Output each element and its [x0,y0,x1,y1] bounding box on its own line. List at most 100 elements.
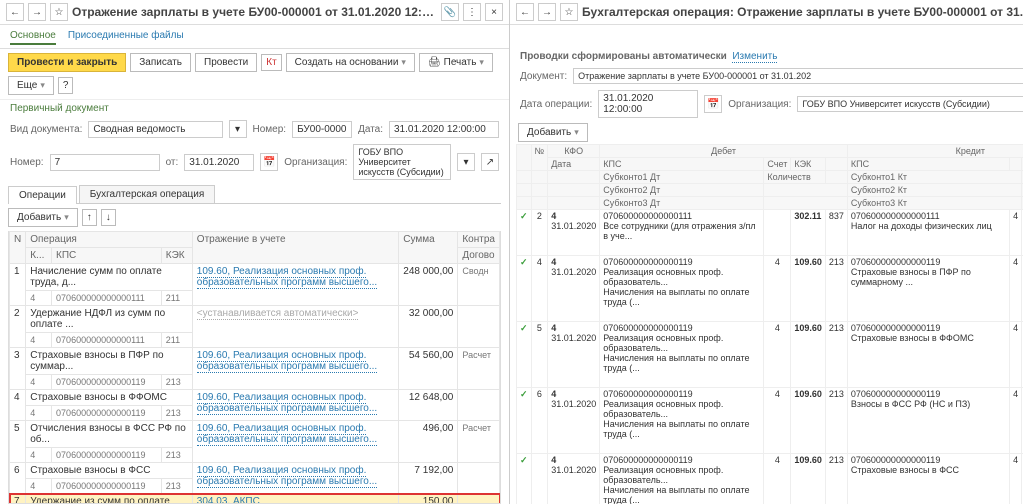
table-row[interactable]: 5Отчисления взносы в ФСС РФ по об...109.… [10,421,500,448]
check-icon: ✓ [517,454,532,504]
page-title: Отражение зарплаты в учете БУ00-000001 о… [72,5,437,19]
rcol-credit: Кредит [847,145,1023,158]
org-open[interactable]: ↗ [481,153,499,171]
date-label-r: Дата операции: [520,99,592,110]
operations-grid[interactable]: N Операция Отражение в учете Сумма Контр… [8,231,501,504]
star-icon[interactable]: ☆ [50,3,68,21]
rcol-kfo: КФО [548,145,600,158]
more-button-left[interactable]: Еще [8,76,54,95]
entry-row[interactable]: ✓5431.01.2020070600000000000119Реализаци… [517,322,1023,388]
col-kps: КПС [52,248,162,264]
table-row[interactable]: 7Удержание из сумм по оплате труда,...30… [10,494,500,504]
table-row[interactable]: 1Начисление сумм по оплате труда, д...10… [10,264,500,291]
subtab-operations[interactable]: Операции [8,186,77,204]
number-top-label: Номер: [253,124,287,135]
org-dd[interactable]: ▾ [457,153,475,171]
rcol-d-kek: КЭК [791,158,826,171]
org-input[interactable]: ГОБУ ВПО Университет искусств (Субсидии) [353,144,451,180]
rcol-date: Дата [548,158,600,171]
org-input-r[interactable]: ГОБУ ВПО Университет искусств (Субсидии) [797,96,1023,112]
move-up-button[interactable]: ↑ [82,209,97,226]
rcol-sk2k: Субконто2 Кт [847,184,1021,197]
table-row[interactable]: 2Удержание НДФЛ из сумм по оплате ...<ус… [10,306,500,333]
rcol-d-kps: КПС [600,158,764,171]
number-top-input[interactable]: БУ00-0000 [292,121,352,138]
doc-type-input[interactable]: Сводная ведомость [88,121,222,138]
date-top-input[interactable]: 31.01.2020 12:00:00 [389,121,499,138]
col-k: К... [26,248,52,264]
page-title-r: Бухгалтерская операция: Отражение зарпла… [582,5,1023,19]
org-label: Организация: [284,157,347,168]
refl-link[interactable]: 109.60, Реализация основных проф. образо… [197,423,377,446]
entry-row[interactable]: ✓4431.01.2020070600000000000119Реализаци… [517,256,1023,322]
col-sum: Сумма [399,232,458,264]
col-op: Операция [26,232,193,248]
table-row[interactable]: 6Страховые взносы в ФСС109.60, Реализаци… [10,463,500,479]
doc-label-r: Документ: [520,71,567,82]
nav-back[interactable]: ← [6,3,24,21]
create-based-button[interactable]: Создать на основании [286,53,415,72]
check-icon: ✓ [517,322,532,388]
calendar-icon[interactable]: 📅 [260,153,278,171]
entry-row[interactable]: ✓6431.01.2020070600000000000119Реализаци… [517,388,1023,454]
tab-files[interactable]: Присоединенные файлы [68,28,184,45]
check-icon: ✓ [517,210,532,256]
col-contra: Контра [458,232,500,248]
rcol-debit: Дебет [600,145,848,158]
refl-link[interactable]: 109.60, Реализация основных проф. образо… [197,465,377,488]
table-row[interactable]: 3Страховые взносы в ПФР по суммар...109.… [10,348,500,375]
nav-fwd[interactable]: → [28,3,46,21]
post-close-button[interactable]: Провести и закрыть [8,53,126,72]
print-button[interactable]: 🖨 Печать [419,53,493,72]
subtab-accounting[interactable]: Бухгалтерская операция [79,185,216,203]
dt-kt-button[interactable]: Кт [261,54,281,71]
check-icon: ✓ [517,256,532,322]
calendar-icon-r[interactable]: 📅 [704,95,722,113]
date-input-r[interactable]: 31.01.2020 12:00:00 [598,90,698,118]
rcol-sk2d: Субконто2 Дт [600,184,764,197]
org-label-r: Организация: [728,99,791,110]
move-down-button[interactable]: ↓ [101,209,116,226]
rcol-sk3d: Субконто3 Дт [600,197,764,210]
nav-fwd-r[interactable]: → [538,3,556,21]
from-label: от: [166,157,179,168]
save-button[interactable]: Записать [130,53,191,72]
change-link[interactable]: Изменить [732,51,777,63]
add-row-button[interactable]: Добавить [8,208,78,227]
date-top-label: Дата: [358,124,383,135]
rcol-qty: Количеств [764,171,825,184]
nav-back-r[interactable]: ← [516,3,534,21]
doc-input-r[interactable]: Отражение зарплаты в учете БУ00-000001 о… [573,68,1023,84]
help-button[interactable]: ? [58,77,74,94]
star-icon-r[interactable]: ☆ [560,3,578,21]
more-icon[interactable]: ⋮ [463,3,481,21]
primary-doc-link[interactable]: Первичный документ [10,103,109,114]
check-icon: ✓ [517,388,532,454]
rcol-sk1d: Субконто1 Дт [600,171,764,184]
entry-row[interactable]: ✓2431.01.2020070600000000000111Все сотру… [517,210,1023,256]
number2-label: Номер: [10,157,44,168]
col-refl: Отражение в учете [192,232,399,264]
close-icon[interactable]: × [485,3,503,21]
rcol-c-kps: КПС [847,158,1009,171]
entry-row[interactable]: ✓431.01.2020070600000000000119Реализация… [517,454,1023,504]
auto-entries-label: Проводки сформированы автоматически [520,51,727,62]
refl-link[interactable]: 304.03, АКПС [197,496,260,504]
table-row[interactable]: 4Страховые взносы в ФФОМС109.60, Реализа… [10,390,500,406]
refl-link[interactable]: 109.60, Реализация основных проф. образо… [197,392,377,415]
doc-type-label: Вид документа: [10,124,82,135]
tab-main[interactable]: Основное [10,28,56,45]
refl-link[interactable]: 109.60, Реализация основных проф. образо… [197,350,377,373]
rcol-d-acct: Счет [764,158,791,171]
post-button[interactable]: Провести [195,53,257,72]
refl-link[interactable]: 109.60, Реализация основных проф. образо… [197,266,377,289]
rcol-sk1k: Субконто1 Кт [847,171,1021,184]
attach-icon[interactable]: 📎 [441,3,459,21]
rcol-n: № [531,145,548,171]
add-entry-button[interactable]: Добавить [518,123,588,142]
from-input[interactable]: 31.01.2020 [184,154,254,171]
entries-grid[interactable]: № КФО Дебет Кредит Дата КПС Счет КЭК КПС… [516,144,1023,504]
col-kek: КЭК [161,248,192,264]
number2-input[interactable]: 7 [50,154,160,171]
doc-type-dd[interactable]: ▾ [229,120,247,138]
